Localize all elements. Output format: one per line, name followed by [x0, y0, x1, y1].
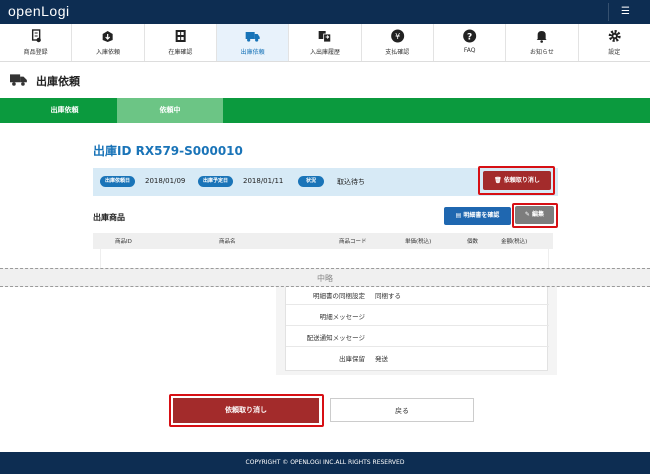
nav-item-faq[interactable]: ? FAQ: [434, 24, 507, 61]
detail-label: 明細メッセージ: [319, 313, 365, 321]
inventory-icon: [175, 30, 186, 42]
detail-row: 明細書の同梱設定 同梱する: [286, 284, 549, 305]
app-logo[interactable]: openLogi: [8, 3, 70, 19]
cancel-request-button[interactable]: 依頼取り消し: [173, 398, 319, 423]
nav-label: 出庫依頼: [240, 49, 265, 56]
document-icon: ▤: [455, 212, 462, 219]
products-table-header: 商品ID 商品名 商品コード 単価(税込) 個数 金額(税込): [93, 233, 553, 249]
cancel-label: 依頼取り消し: [503, 177, 540, 184]
back-button[interactable]: 戻る: [330, 398, 474, 422]
column-header: 単価(税込): [405, 239, 432, 245]
request-id: 出庫ID RX579-S000010: [93, 144, 243, 158]
detail-row: 出庫保留 発送: [286, 347, 549, 368]
edit-button[interactable]: ✎ 編集: [515, 206, 554, 224]
detail-label: 出庫保留: [339, 355, 365, 363]
edit-label: 編集: [532, 211, 545, 218]
nav-label: お知らせ: [530, 49, 554, 56]
history-icon: [318, 31, 332, 43]
products-title: 出庫商品: [93, 213, 125, 222]
nav-label: 入出庫履歴: [309, 49, 340, 56]
nav-label: 商品登録: [23, 49, 48, 56]
svg-text:?: ?: [467, 33, 472, 43]
nav-label: FAQ: [463, 47, 476, 54]
gear-icon: [608, 30, 621, 42]
top-bar: openLogi ☰: [0, 0, 650, 24]
view-statement-button[interactable]: ▤ 明細書を確認: [444, 207, 511, 225]
step-in-progress: 依頼中: [117, 98, 223, 123]
inbound-box-icon: [102, 31, 113, 42]
column-header: 金額(税込): [501, 239, 528, 245]
step-request: 出庫依頼: [50, 106, 79, 114]
page-title: 出庫依頼: [36, 75, 80, 88]
detail-label: 明細書の同梱設定: [313, 292, 365, 300]
spec-label: 明細書を確認: [463, 212, 500, 219]
truck-icon: [245, 32, 260, 42]
nav-label: 在庫確認: [168, 49, 193, 56]
status-value: 取込待ち: [337, 178, 365, 186]
nav-item-settings[interactable]: 設定: [579, 24, 650, 61]
svg-text:¥: ¥: [395, 32, 400, 41]
plan-date-value: 2018/01/11: [243, 177, 284, 185]
question-icon: ?: [463, 29, 477, 43]
detail-label: 配送通知メッセージ: [306, 334, 365, 342]
detail-value: 同梱する: [375, 292, 401, 300]
plan-date-badge: 出庫予定日: [198, 176, 234, 187]
column-header: 商品コード: [339, 239, 367, 245]
nav-item-news[interactable]: お知らせ: [506, 24, 579, 61]
request-date-value: 2018/01/09: [145, 177, 186, 185]
product-register-icon: [31, 29, 41, 43]
nav-item-inbound[interactable]: 入庫依頼: [72, 24, 145, 61]
column-header: 商品名: [219, 239, 236, 245]
nav-label: 支払確認: [385, 49, 410, 56]
nav-item-outbound[interactable]: 出庫依頼: [216, 24, 290, 61]
column-header: 商品ID: [115, 239, 132, 245]
nav-item-inventory[interactable]: 在庫確認: [145, 24, 217, 61]
truck-icon: [10, 74, 27, 86]
detail-value: 発送: [375, 355, 388, 363]
pencil-icon: ✎: [524, 211, 530, 218]
detail-row: 明細メッセージ: [286, 305, 549, 326]
bell-icon: [536, 31, 547, 43]
list-icon[interactable]: ☰: [608, 3, 642, 21]
footer-copyright: COPYRIGHT © OPENLOGI INC.ALL RIGHTS RESE…: [0, 452, 650, 474]
nav-item-payment[interactable]: ¥ 支払確認: [362, 24, 434, 61]
nav-label: 設定: [608, 49, 621, 56]
main-nav: 商品登録 入庫依頼 在庫確認 出庫依頼 入出庫履歴 ¥ 支払確認 ? FAQ お…: [0, 24, 650, 62]
detail-row: 配送通知メッセージ: [286, 326, 549, 347]
column-header: 個数: [467, 239, 479, 245]
products-table-body: [100, 249, 549, 268]
details-panel: 明細書の同梱設定 同梱する 明細メッセージ 配送通知メッセージ 出庫保留 発送: [285, 283, 549, 371]
nav-label: 入庫依頼: [95, 49, 120, 56]
cancel-request-button-top[interactable]: 🗑 依頼取り消し: [483, 171, 551, 190]
progress-steps: 出庫依頼 依頼中: [0, 98, 650, 123]
status-badge: 状況: [298, 176, 325, 187]
nav-item-product-register[interactable]: 商品登録: [0, 24, 73, 61]
omitted-label: 中略: [317, 274, 333, 283]
yen-icon: ¥: [390, 29, 404, 43]
nav-item-history[interactable]: 入出庫履歴: [289, 24, 362, 61]
omitted-section-band: 中略: [0, 268, 650, 287]
trash-icon: 🗑: [494, 177, 502, 184]
request-date-badge: 出庫依頼日: [100, 176, 136, 187]
